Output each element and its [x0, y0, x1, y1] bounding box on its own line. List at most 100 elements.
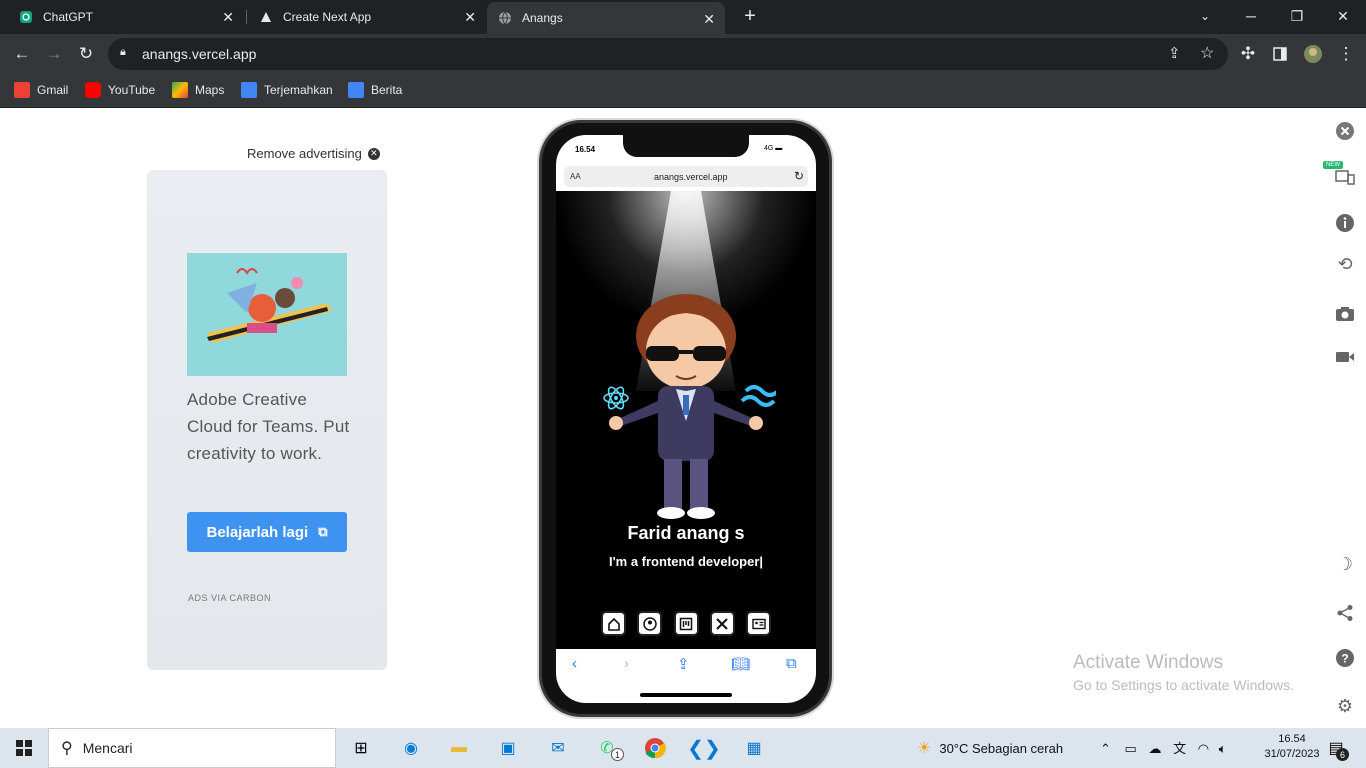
- edge-icon[interactable]: ◉: [397, 734, 425, 762]
- back-icon[interactable]: ‹: [572, 655, 577, 672]
- taskbar-search[interactable]: ⚲ Mencari: [48, 728, 336, 768]
- ad-copy[interactable]: Adobe Creative Cloud for Teams. Put crea…: [187, 386, 357, 467]
- bookmark-youtube[interactable]: YouTube: [85, 82, 155, 98]
- share-icon[interactable]: ⇪: [1168, 44, 1181, 62]
- safari-url-field[interactable]: AA anangs.vercel.app ↻: [564, 166, 808, 187]
- hero-name: Farid anang s: [627, 523, 745, 543]
- ad-image[interactable]: [187, 253, 347, 376]
- safari-bottom-bar: ‹ › ⇪ 📖︎ ⧉: [556, 649, 816, 703]
- forward-icon[interactable]: →: [40, 40, 68, 68]
- windows-start-icon[interactable]: [10, 734, 38, 762]
- page-content: Remove advertising ✕ Adobe Creative Cloud…: [0, 108, 1366, 727]
- extensions-icon[interactable]: ✣: [1234, 40, 1262, 68]
- bookmark-berita[interactable]: Berita: [348, 82, 402, 98]
- projects-icon[interactable]: [673, 611, 699, 636]
- share-icon[interactable]: [1334, 602, 1356, 624]
- tools-icon[interactable]: [709, 611, 735, 636]
- help-icon[interactable]: ?: [1334, 647, 1356, 669]
- task-view-icon[interactable]: ⊞: [347, 734, 375, 762]
- signal-icon: 4G ▬: [764, 145, 783, 152]
- meet-icon[interactable]: ▭: [1125, 741, 1137, 756]
- translate-icon: [241, 82, 257, 98]
- onedrive-icon[interactable]: ☁: [1148, 741, 1161, 756]
- url-text: anangs.vercel.app: [142, 46, 257, 62]
- restore-icon[interactable]: ❐: [1274, 0, 1320, 32]
- responsive-icon[interactable]: NEW: [1323, 161, 1356, 187]
- camera-icon[interactable]: [1334, 303, 1356, 325]
- tab-search-icon[interactable]: ⌄: [1182, 0, 1228, 32]
- bookmark-label: Terjemahkan: [264, 83, 333, 97]
- safari-address-bar: AA anangs.vercel.app ↻: [556, 163, 816, 191]
- chrome-icon[interactable]: [641, 734, 669, 762]
- remove-advertising-link[interactable]: Remove advertising ✕: [247, 146, 380, 161]
- contact-icon[interactable]: [746, 611, 771, 636]
- vscode-icon[interactable]: ❮❯: [687, 734, 721, 762]
- tab-strip: ChatGPT ✕ Create Next App ✕ Anangs ✕ + ⌄…: [0, 0, 1366, 34]
- bookmark-maps[interactable]: Maps: [172, 82, 224, 98]
- bookmarks-icon[interactable]: 📖︎: [731, 655, 750, 673]
- info-icon[interactable]: [1334, 212, 1356, 234]
- tabs-icon[interactable]: ⧉: [786, 655, 797, 672]
- phone-notch: [623, 135, 749, 157]
- file-explorer-icon[interactable]: ▬: [445, 734, 473, 762]
- bookmark-terjemahkan[interactable]: Terjemahkan: [241, 82, 333, 98]
- forward-icon[interactable]: ›: [624, 655, 629, 672]
- tab-chatgpt[interactable]: ChatGPT ✕: [8, 0, 244, 34]
- avatar[interactable]: [1299, 40, 1327, 68]
- bookmarks-bar: Gmail YouTube Maps Terjemahkan Berita: [0, 74, 1366, 108]
- tab-anangs[interactable]: Anangs ✕: [487, 2, 725, 34]
- moon-icon[interactable]: ☽: [1334, 553, 1356, 575]
- time-text: 16.54: [1278, 733, 1306, 745]
- close-icon[interactable]: [1334, 120, 1356, 142]
- side-panel-icon[interactable]: [1266, 40, 1294, 68]
- photos-icon[interactable]: ▦: [740, 734, 768, 762]
- weather-widget[interactable]: ☀ 30°C Sebagian cerah: [917, 738, 1063, 758]
- mail-icon[interactable]: ✉: [544, 734, 572, 762]
- reload-icon[interactable]: ↻: [72, 40, 100, 68]
- rotate-icon[interactable]: ⟲: [1334, 253, 1356, 275]
- tab-create-next-app[interactable]: Create Next App ✕: [248, 0, 486, 34]
- reload-icon[interactable]: ↻: [794, 169, 804, 183]
- share-icon[interactable]: ⇪: [677, 655, 690, 673]
- notification-icon[interactable]: ▤ 6: [1322, 734, 1350, 762]
- minimize-icon[interactable]: ─: [1228, 0, 1274, 32]
- video-icon[interactable]: [1334, 346, 1356, 368]
- tab-title: Anangs: [522, 11, 563, 25]
- phone-screen: 16.54 4G ▬ AA anangs.vercel.app ↻ Farid …: [556, 135, 816, 703]
- close-tab-icon[interactable]: ✕: [703, 11, 715, 28]
- ime-icon[interactable]: 文: [1173, 741, 1186, 756]
- close-window-icon[interactable]: ✕: [1320, 0, 1366, 32]
- external-link-icon: ⧉: [318, 524, 328, 539]
- ads-via-carbon[interactable]: ADS VIA CARBON: [188, 593, 271, 603]
- user-icon[interactable]: [637, 611, 663, 636]
- chevron-up-icon[interactable]: ⌃: [1100, 741, 1111, 756]
- reader-aa[interactable]: AA: [570, 172, 581, 181]
- whatsapp-icon[interactable]: ✆ 1: [593, 734, 624, 762]
- system-tray: ⌃ ▭ ☁ 文 ◠ 🔈︎: [1100, 738, 1227, 757]
- search-placeholder: Mencari: [82, 740, 133, 756]
- back-icon[interactable]: ←: [8, 40, 36, 68]
- phone-clock: 16.54: [575, 145, 596, 154]
- bookmark-label: Maps: [195, 83, 225, 97]
- volume-icon[interactable]: 🔈︎: [1219, 741, 1227, 756]
- menu-icon[interactable]: ⋮: [1332, 40, 1360, 68]
- new-tab-button[interactable]: +: [727, 0, 773, 32]
- bookmark-gmail[interactable]: Gmail: [14, 82, 68, 98]
- home-icon[interactable]: [601, 611, 626, 636]
- close-tab-icon[interactable]: ✕: [464, 9, 476, 26]
- learn-more-button[interactable]: Belajarlah lagi ⧉: [187, 512, 347, 552]
- bookmark-label: YouTube: [108, 83, 156, 97]
- store-icon[interactable]: ▣: [494, 734, 522, 762]
- bookmark-label: Berita: [371, 83, 403, 97]
- windows-taskbar: ⚲ Mencari ⊞ ◉ ▬ ▣ ✉ ✆ 1 ❮❯ ▦ ☀ 30°C Sebagia…: [0, 728, 1366, 768]
- settings-icon[interactable]: ⚙: [1334, 695, 1356, 717]
- clock[interactable]: 16.54 31/07/2023: [1262, 732, 1322, 762]
- home-indicator: [640, 693, 732, 697]
- phone-frame: 16.54 4G ▬ AA anangs.vercel.app ↻ Farid …: [539, 120, 832, 717]
- wifi-icon[interactable]: ◠: [1198, 741, 1209, 756]
- address-bar[interactable]: 🔒︎ anangs.vercel.app ⇪ ☆: [108, 38, 1228, 70]
- bookmark-star-icon[interactable]: ☆: [1200, 43, 1214, 63]
- close-tab-icon[interactable]: ✕: [222, 9, 234, 26]
- remove-ad-label: Remove advertising: [247, 146, 362, 161]
- lock-icon[interactable]: 🔒︎: [120, 46, 126, 59]
